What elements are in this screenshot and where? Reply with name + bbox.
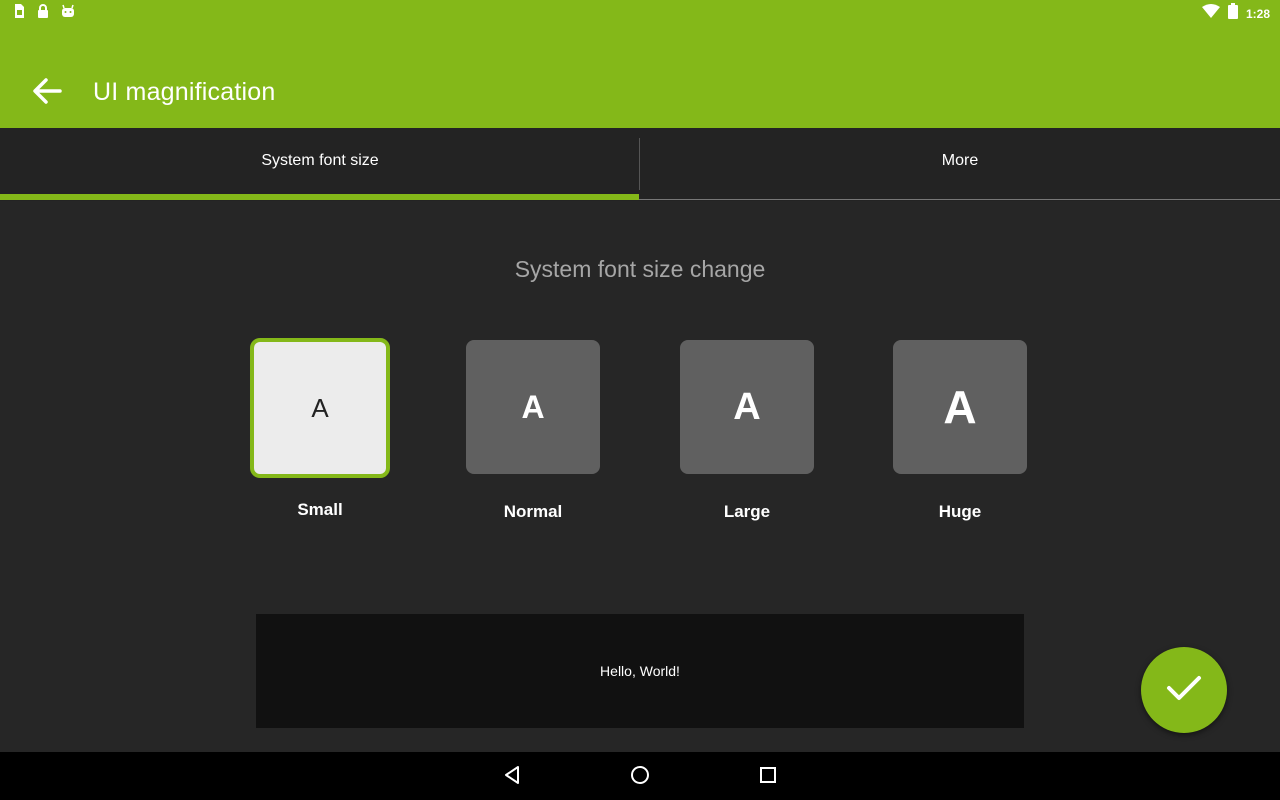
navigation-bar bbox=[0, 752, 1280, 800]
nav-back-button[interactable] bbox=[498, 762, 528, 792]
section-title: System font size change bbox=[514, 256, 766, 282]
preview-text: Hello, World! bbox=[600, 663, 680, 679]
option-label: Normal bbox=[503, 502, 563, 521]
confirm-button[interactable] bbox=[1141, 647, 1227, 733]
tab-underline bbox=[639, 199, 1280, 200]
sample-glyph: A bbox=[733, 385, 761, 428]
font-size-option-large[interactable]: A Large bbox=[680, 340, 814, 522]
sample-glyph: A bbox=[311, 392, 329, 423]
status-right-icons: 1:28 bbox=[1201, 3, 1270, 24]
font-preview-box: Hello, World! bbox=[256, 614, 1024, 728]
sim-icon bbox=[12, 3, 26, 24]
font-size-option-huge[interactable]: A Huge bbox=[893, 340, 1027, 522]
back-button[interactable] bbox=[24, 70, 70, 116]
tab-system-font-size[interactable]: System font size bbox=[0, 128, 640, 194]
font-size-option-normal[interactable]: A Normal bbox=[466, 340, 600, 522]
home-circle-icon bbox=[630, 765, 650, 790]
option-label: Small bbox=[297, 500, 343, 519]
lock-icon bbox=[36, 3, 50, 24]
status-bar: 1:28 bbox=[0, 0, 1280, 24]
sample-glyph: A bbox=[943, 381, 977, 433]
app-bar: 1:28 UI magnification bbox=[0, 0, 1280, 128]
android-icon bbox=[60, 3, 76, 24]
tab-indicator bbox=[0, 194, 639, 200]
nav-recents-button[interactable] bbox=[753, 762, 783, 792]
battery-icon bbox=[1227, 3, 1238, 24]
option-label: Huge bbox=[938, 502, 982, 521]
font-size-tile-small: A bbox=[250, 338, 390, 478]
back-arrow-icon bbox=[32, 77, 62, 109]
sample-glyph: A bbox=[521, 388, 545, 425]
page-title: UI magnification bbox=[93, 78, 276, 106]
font-size-tile-huge: A bbox=[893, 340, 1027, 474]
font-size-tile-normal: A bbox=[466, 340, 600, 474]
status-time: 1:28 bbox=[1245, 6, 1270, 21]
back-triangle-icon bbox=[503, 765, 523, 790]
check-icon bbox=[1166, 674, 1202, 707]
status-left-icons bbox=[12, 3, 76, 24]
tab-more[interactable]: More bbox=[640, 128, 1280, 194]
font-size-option-small[interactable]: A Small bbox=[250, 338, 390, 520]
font-size-tile-large: A bbox=[680, 340, 814, 474]
wifi-icon bbox=[1201, 4, 1220, 23]
nav-home-button[interactable] bbox=[625, 762, 655, 792]
tab-bar: System font size More bbox=[0, 128, 1280, 201]
recents-square-icon bbox=[759, 766, 777, 789]
option-label: Large bbox=[723, 502, 771, 521]
